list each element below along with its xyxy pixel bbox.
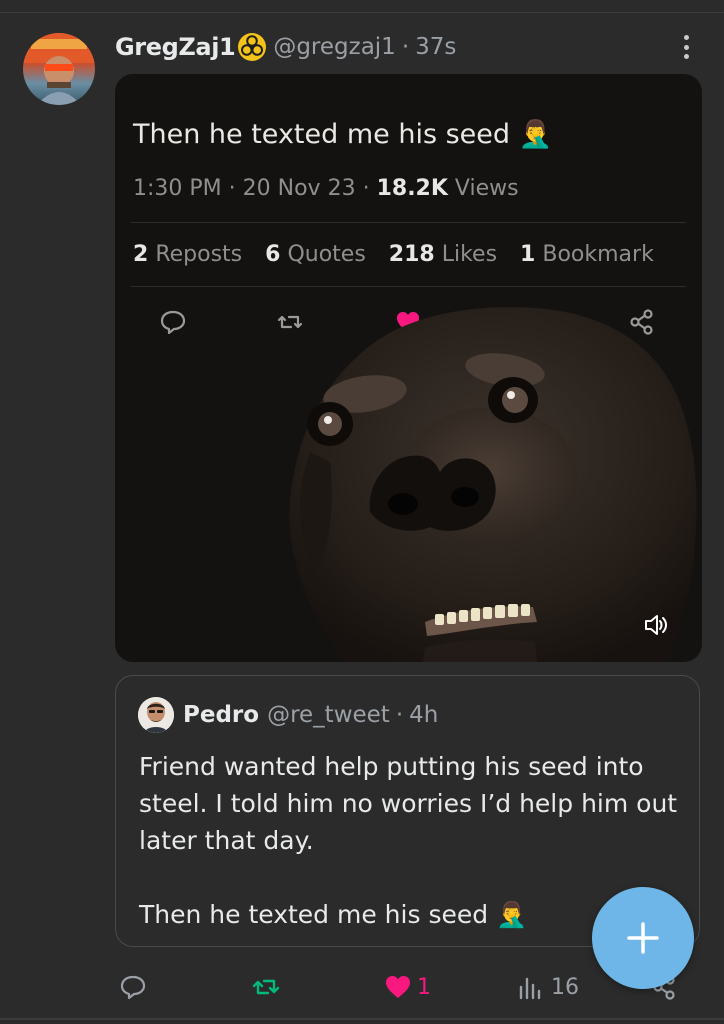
header-separator: · [401, 34, 410, 60]
heart-icon [386, 976, 410, 998]
embedded-bookmark-count: 1 [520, 242, 536, 267]
reply-icon [120, 975, 146, 1000]
avatar-image [23, 33, 95, 105]
author-handle[interactable]: @gregzaj1 [273, 34, 396, 60]
top-divider [0, 12, 724, 13]
author-display-name[interactable]: GregZaj1 [115, 33, 236, 61]
embedded-sep: · [362, 176, 370, 201]
embedded-views-count: 18.2K [376, 176, 448, 201]
volume-icon[interactable] [642, 611, 670, 639]
like-button[interactable]: 1 [383, 970, 431, 1004]
post-timestamp[interactable]: 37s [415, 34, 456, 60]
embedded-tweet-meta: 1:30 PM · 20 Nov 23 · 18.2K Views [133, 176, 519, 201]
author-avatar[interactable] [23, 33, 95, 105]
quote-author-name[interactable]: Pedro [183, 702, 259, 728]
quote-paragraph-1: Friend wanted help putting his seed into… [139, 752, 678, 855]
embedded-sep: · [228, 176, 236, 201]
plus-icon [627, 922, 659, 954]
embedded-tweet-text: Then he texted me his seed 🤦‍♂️ [133, 118, 552, 150]
views-count: 16 [551, 974, 579, 1000]
embedded-views-label: Views [454, 176, 519, 201]
quote-author-avatar [138, 697, 174, 733]
embedded-time: 1:30 PM [133, 176, 222, 201]
quote-separator: · [395, 702, 404, 728]
embedded-reply-icon [160, 310, 186, 335]
post-media[interactable]: Then he texted me his seed 🤦‍♂️ 1:30 PM … [115, 74, 702, 662]
embedded-reposts-label: Reposts [155, 242, 243, 267]
analytics-icon [519, 977, 541, 1000]
embedded-likes-count: 218 [388, 242, 435, 267]
quote-facepalm-emoji: 🤦‍♂️ [496, 900, 528, 929]
embedded-bookmark-label: Bookmark [542, 242, 654, 267]
quote-header: Pedro @re_tweet · 4h [183, 698, 438, 732]
more-vertical-icon[interactable] [677, 33, 695, 61]
post-header: GregZaj1 @gregzaj1 · 37s [115, 30, 456, 64]
quote-timestamp[interactable]: 4h [409, 702, 438, 728]
views-button[interactable]: 16 [517, 970, 579, 1004]
embedded-divider [131, 222, 686, 223]
embedded-divider [131, 286, 686, 287]
reply-button[interactable] [118, 970, 148, 1004]
compose-button[interactable] [592, 887, 694, 989]
repost-icon [252, 979, 280, 995]
quote-paragraph-2-text: Then he texted me his seed [139, 900, 489, 929]
dog-image [289, 307, 697, 662]
embedded-tweet-stats: 2 Reposts 6 Quotes 218 Likes 1 Bookmark [133, 242, 670, 267]
embedded-date: 20 Nov 23 [242, 176, 356, 201]
embedded-text-content: Then he texted me his seed [133, 119, 511, 150]
repost-button[interactable] [250, 970, 282, 1004]
embedded-reposts-count: 2 [133, 242, 149, 267]
quote-avatar-image [138, 697, 174, 733]
embedded-quotes-label: Quotes [287, 242, 366, 267]
bottom-divider [0, 1018, 724, 1020]
facepalm-emoji: 🤦‍♂️ [518, 119, 553, 150]
biohazard-icon [238, 33, 267, 61]
embedded-likes-label: Likes [441, 242, 498, 267]
like-count: 1 [417, 974, 431, 1000]
quote-author-handle[interactable]: @re_tweet [267, 702, 390, 728]
embedded-quotes-count: 6 [265, 242, 281, 267]
